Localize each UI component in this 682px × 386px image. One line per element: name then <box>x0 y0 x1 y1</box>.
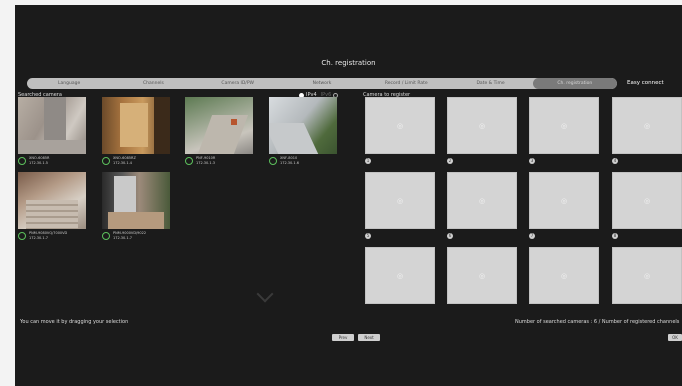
page-title: Ch. registration <box>321 59 376 67</box>
camera-thumbnail <box>18 172 86 229</box>
register-slot[interactable]: ◎ <box>612 97 682 154</box>
tab-camera-id-pw[interactable]: Camera ID/PW <box>196 78 280 89</box>
status-ok-icon <box>102 157 110 165</box>
searched-camera-card[interactable]: PNM-9080VQ/7000VD 172.30.1.7 <box>18 172 86 240</box>
register-slot[interactable]: ◎ <box>365 247 435 304</box>
register-slot[interactable]: ◎ <box>365 97 435 154</box>
camera-thumbnail <box>269 97 337 154</box>
slot-number: 8 <box>612 233 618 239</box>
camera-placeholder-icon: ◎ <box>560 196 568 205</box>
camera-thumbnail <box>102 97 170 154</box>
slot-number: 2 <box>447 158 453 164</box>
slot-number: 5 <box>365 233 371 239</box>
searched-camera-card[interactable]: XNO-6085RZ 172.30.1.4 <box>102 97 170 165</box>
status-ok-icon <box>102 232 110 240</box>
camera-model: PNM-9080VQ/7000VD <box>29 231 68 235</box>
slot-number: 3 <box>529 158 535 164</box>
camera-ip: 172.30.1.7 <box>29 235 48 240</box>
camera-model: PNM-9000VD/9022 <box>113 231 147 235</box>
camera-placeholder-icon: ◎ <box>478 196 486 205</box>
tab-network[interactable]: Network <box>280 78 364 89</box>
camera-ip: 172.30.1.7 <box>113 235 132 240</box>
camera-model: XNO-6085RZ <box>113 156 136 160</box>
status-ok-icon <box>18 232 26 240</box>
camera-placeholder-icon: ◎ <box>643 196 651 205</box>
camera-placeholder-icon: ◎ <box>643 271 651 280</box>
camera-model: XNF-8010 <box>280 156 298 160</box>
camera-ip: 172.30.1.4 <box>113 160 132 165</box>
camera-ip: 172.30.1.5 <box>29 160 48 165</box>
slot-number: 4 <box>612 158 618 164</box>
camera-placeholder-icon: ◎ <box>560 121 568 130</box>
camera-ip: 172.30.1.3 <box>196 160 215 165</box>
camera-placeholder-icon: ◎ <box>478 121 486 130</box>
chevron-down-icon <box>256 285 274 303</box>
camera-model: XNO-6085R <box>29 156 50 160</box>
drag-hint: You can move it by dragging your selecti… <box>20 319 129 325</box>
register-slot[interactable]: ◎ <box>447 247 517 304</box>
tab-ch-registration[interactable]: Ch. registration <box>532 78 617 89</box>
register-slot[interactable]: ◎ <box>447 172 517 229</box>
register-slot[interactable]: ◎ <box>612 172 682 229</box>
setup-steps-bar: Language Channels Camera ID/PW Network R… <box>27 78 617 89</box>
ok-button[interactable]: OK <box>668 334 682 341</box>
register-slot[interactable]: ◎ <box>612 247 682 304</box>
camera-ip: 172.30.1.6 <box>280 160 299 165</box>
register-slot[interactable]: ◎ <box>529 247 599 304</box>
searched-camera-card[interactable]: XNO-6085R 172.30.1.5 <box>18 97 86 165</box>
register-slot[interactable]: ◎ <box>529 172 599 229</box>
slot-number: 7 <box>529 233 535 239</box>
register-slot[interactable]: ◎ <box>447 97 517 154</box>
camera-placeholder-icon: ◎ <box>396 196 404 205</box>
camera-placeholder-icon: ◎ <box>478 271 486 280</box>
status-ok-icon <box>18 157 26 165</box>
camera-model: PNF-9010R <box>196 156 216 160</box>
tab-channels[interactable]: Channels <box>111 78 195 89</box>
camera-count-status: Number of searched cameras : 6 / Number … <box>515 319 680 325</box>
easy-connect-button[interactable]: Easy connect <box>627 78 664 89</box>
tab-language[interactable]: Language <box>27 78 111 89</box>
searched-camera-card[interactable]: XNF-8010 172.30.1.6 <box>269 97 337 165</box>
camera-thumbnail <box>102 172 170 229</box>
ch-registration-window: Ch. registration Language Channels Camer… <box>15 5 682 386</box>
camera-placeholder-icon: ◎ <box>643 121 651 130</box>
status-ok-icon <box>269 157 277 165</box>
camera-placeholder-icon: ◎ <box>396 271 404 280</box>
status-ok-icon <box>185 157 193 165</box>
camera-thumbnail <box>18 97 86 154</box>
camera-placeholder-icon: ◎ <box>560 271 568 280</box>
searched-camera-card[interactable]: PNM-9000VD/9022 172.30.1.7 <box>102 172 170 240</box>
slot-number: 6 <box>447 233 453 239</box>
camera-placeholder-icon: ◎ <box>396 121 404 130</box>
prev-button[interactable]: Prev <box>332 334 354 341</box>
next-button[interactable]: Next <box>358 334 380 341</box>
register-slot[interactable]: ◎ <box>365 172 435 229</box>
camera-thumbnail <box>185 97 253 154</box>
searched-camera-card[interactable]: PNF-9010R 172.30.1.3 <box>185 97 253 165</box>
slot-number: 1 <box>365 158 371 164</box>
tab-date-time[interactable]: Date & Time <box>448 78 532 89</box>
tab-record-limit-rate[interactable]: Record / Limit Rate <box>364 78 448 89</box>
register-slot[interactable]: ◎ <box>529 97 599 154</box>
